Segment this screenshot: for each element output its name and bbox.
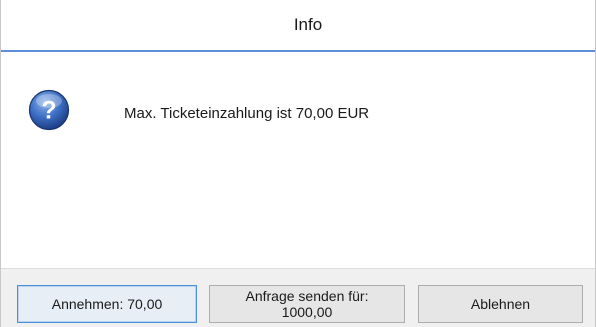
svg-text:?: ? [41,97,56,125]
accept-button[interactable]: Annehmen: 70,00 [17,285,197,323]
dialog-title: Info [293,15,323,34]
title-bar: Info [1,0,595,52]
dialog-content: ? Max. Ticketeinzahlung ist 70,00 EUR [1,52,595,268]
send-request-label: Anfrage senden für: 1000,00 [245,288,369,320]
button-bar: Annehmen: 70,00 Anfrage senden für: 1000… [1,268,595,327]
decline-button[interactable]: Ablehnen [418,285,583,323]
info-dialog: Info ? Max. Ticketeinzahlung ist 70,00 E… [0,0,596,327]
question-icon: ? [28,89,70,131]
message-text: Max. Ticketeinzahlung ist 70,00 EUR [124,105,370,122]
send-request-button[interactable]: Anfrage senden für: 1000,00 [209,285,405,323]
